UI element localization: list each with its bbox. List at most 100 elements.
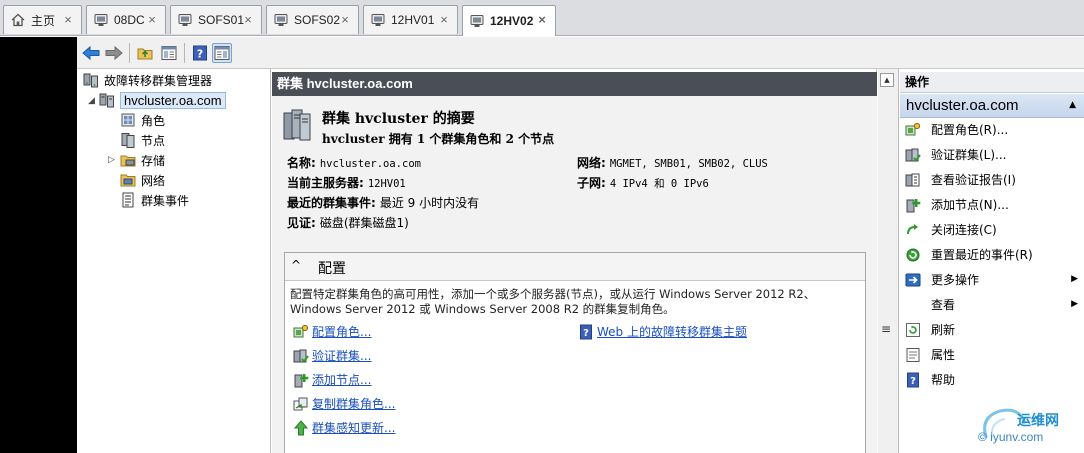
field-label: 名称: (287, 156, 316, 170)
show-hide-console-tree-icon[interactable] (159, 43, 179, 63)
field-label: 子网: (577, 176, 606, 190)
more-actions-icon (905, 272, 921, 288)
watermark-text: 运维网 (1017, 413, 1059, 429)
configure-section-header[interactable]: ^ 配置 (285, 253, 865, 281)
tree-item-roles[interactable]: 角色 (120, 111, 165, 129)
submenu-arrow-icon: ▶ (1071, 274, 1078, 284)
add-node-link[interactable]: 添加节点... (293, 371, 371, 388)
field-value: 12HV01 (367, 178, 406, 190)
show-hide-action-pane-icon[interactable] (212, 43, 232, 63)
add-node-icon (293, 372, 309, 388)
tree-item-nodes[interactable]: 节点 (120, 131, 165, 149)
networks-icon (120, 172, 136, 188)
action-label: 关闭连接(C) (931, 223, 997, 237)
tree-item-cluster-events[interactable]: 群集事件 (120, 191, 189, 209)
tab-12hv01[interactable]: 12HV01 × (363, 5, 458, 34)
tree-root-failover-cluster-manager[interactable]: 故障转移群集管理器 (83, 71, 212, 89)
collapse-arrow-icon[interactable]: ◢ (88, 97, 97, 106)
cluster-aware-updating-link[interactable]: 群集感知更新... (293, 419, 395, 436)
action-more-actions[interactable]: 更多操作 ▶ (900, 267, 1084, 292)
field-value: hvcluster.oa.com (319, 158, 421, 170)
up-folder-icon[interactable] (135, 43, 155, 63)
tab-12hv02[interactable]: 12HV02 × (462, 5, 556, 36)
tree-item-cluster[interactable]: hvcluster.oa.com (99, 91, 226, 109)
close-icon[interactable]: × (338, 13, 352, 27)
configure-role-link[interactable]: 配置角色... (293, 323, 371, 340)
tab-sofs02[interactable]: SOFS02 × (266, 5, 359, 34)
action-add-node[interactable]: 添加节点(N)... (900, 192, 1084, 217)
pane-splitter[interactable]: ▲ ≡ (878, 69, 899, 453)
action-view[interactable]: 查看 ▶ (900, 292, 1084, 317)
tree-label: 存储 (141, 153, 166, 168)
close-icon[interactable]: × (241, 13, 255, 27)
field-name: 名称: hvcluster.oa.com (287, 154, 421, 171)
tab-08dc[interactable]: 08DC × (86, 5, 166, 34)
field-witness: 见证: 磁盘(群集磁盘1) (287, 214, 409, 231)
tree-label: 群集事件 (141, 193, 190, 208)
tab-sofs01[interactable]: SOFS01 × (170, 5, 262, 34)
copy-cluster-roles-icon (293, 396, 309, 412)
close-icon[interactable]: × (437, 13, 451, 27)
close-icon[interactable]: × (145, 13, 159, 27)
action-label: 属性 (931, 348, 956, 362)
field-label: 最近的群集事件: (287, 196, 376, 210)
copy-cluster-roles-link[interactable]: 复制群集角色... (293, 395, 395, 412)
tab-home[interactable]: 主页 × (3, 5, 82, 34)
tab-label: 08DC (114, 13, 145, 27)
close-icon[interactable]: × (535, 13, 549, 27)
action-configure-role[interactable]: 配置角色(R)... (900, 117, 1084, 142)
collapse-caret-icon[interactable]: ▲ (1069, 100, 1076, 110)
field-value: MGMET, SMB01, SMB02, CLUS (609, 158, 768, 170)
tab-label: SOFS02 (294, 13, 341, 27)
roles-icon (120, 112, 136, 128)
actions-section-cluster[interactable]: hvcluster.oa.com ▲ (900, 94, 1084, 118)
tree-label: 角色 (141, 113, 166, 128)
forward-arrow-icon[interactable] (104, 43, 124, 63)
splitter-grip-icon[interactable]: ≡ (881, 322, 891, 336)
link-label: 复制群集角色... (312, 397, 396, 411)
tree-item-storage[interactable]: 存储 (120, 151, 165, 169)
help-icon: ? (905, 372, 921, 388)
tree-label: 网络 (141, 173, 166, 188)
action-properties[interactable]: 属性 (900, 342, 1084, 367)
action-label: 查看 (931, 298, 956, 312)
configure-description: 配置特定群集角色的高可用性，添加一个或多个服务器(节点)，或从运行 Window… (290, 287, 816, 316)
submenu-arrow-icon: ▶ (1071, 299, 1078, 309)
details-pane-header: 群集 hvcluster.oa.com (272, 72, 877, 96)
cluster-manager-icon (83, 72, 99, 88)
toolbar-separator (184, 43, 185, 63)
reset-events-icon (905, 247, 921, 263)
watermark-domain: © iyunv.com (978, 430, 1044, 444)
close-icon[interactable]: × (61, 13, 75, 27)
vm-icon (177, 12, 193, 28)
action-close-connection[interactable]: 关闭连接(C) (900, 217, 1084, 242)
expand-arrow-icon[interactable]: ▷ (108, 156, 117, 165)
cluster-summary-icon (282, 107, 312, 143)
configure-section: ^ 配置 配置特定群集角色的高可用性，添加一个或多个服务器(节点)，或从运行 W… (284, 252, 866, 453)
mmc-toolbar: ? (77, 37, 1084, 69)
action-view-validation-report[interactable]: 查看验证报告(I) (900, 167, 1084, 192)
section-title: hvcluster.oa.com (906, 97, 1019, 114)
action-reset-recent-events[interactable]: 重置最近的事件(R) (900, 242, 1084, 267)
action-help[interactable]: ? 帮助 (900, 367, 1084, 392)
field-value: 最近 9 小时内没有 (379, 196, 480, 210)
field-label: 见证: (287, 216, 316, 230)
svg-text:?: ? (910, 376, 916, 387)
action-validate-cluster[interactable]: 验证群集(L)... (900, 142, 1084, 167)
back-arrow-icon[interactable] (81, 43, 101, 63)
help-icon[interactable]: ? (190, 43, 210, 63)
link-label: Web 上的故障转移群集主题 (597, 325, 747, 339)
collapse-caret-icon[interactable]: ^ (291, 258, 301, 272)
field-value: 磁盘(群集磁盘1) (319, 216, 409, 230)
action-refresh[interactable]: 刷新 (900, 317, 1084, 342)
home-icon (10, 12, 26, 28)
add-node-icon (905, 197, 921, 213)
validate-cluster-icon (293, 348, 309, 364)
action-label: 查看验证报告(I) (931, 173, 1016, 187)
validate-cluster-link[interactable]: 验证群集... (293, 347, 371, 364)
web-failover-cluster-topics-link[interactable]: ? Web 上的故障转移群集主题 (578, 323, 747, 340)
scroll-up-button[interactable]: ▲ (880, 73, 894, 87)
site-watermark: 运维网 © iyunv.com (970, 397, 1084, 453)
tree-item-networks[interactable]: 网络 (120, 171, 165, 189)
tab-label: SOFS01 (198, 13, 245, 27)
